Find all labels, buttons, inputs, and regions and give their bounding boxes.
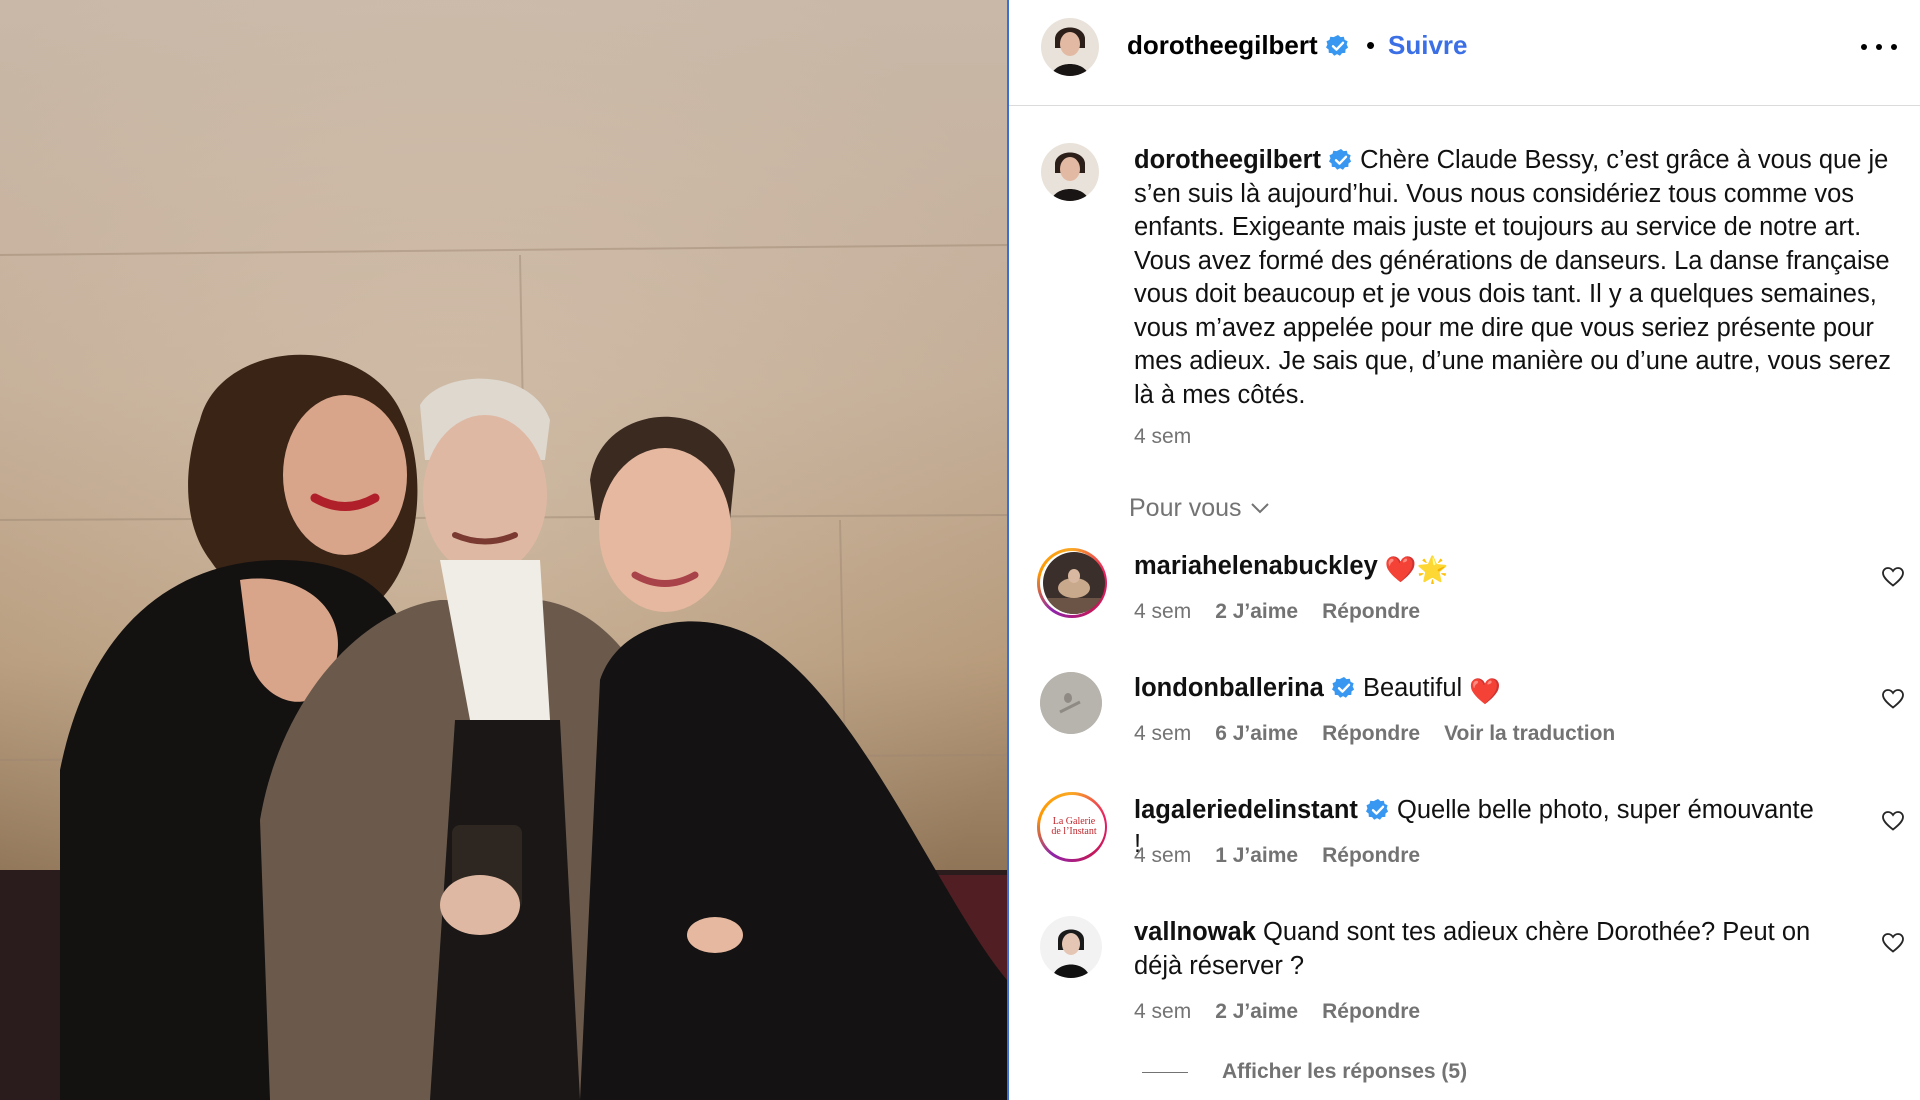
chevron-down-icon — [1250, 503, 1269, 514]
comment-sort-dropdown[interactable]: Pour vous — [1129, 494, 1270, 523]
commenter-avatar[interactable] — [1043, 552, 1105, 614]
verified-badge-icon — [1331, 676, 1356, 700]
more-options-icon[interactable] — [1861, 40, 1897, 54]
comment-meta: 4 sem 6 J’aime Répondre Voir la traducti… — [1134, 722, 1615, 746]
comment-timestamp[interactable]: 4 sem — [1134, 844, 1191, 868]
photo-illustration — [0, 0, 1007, 1100]
author-avatar[interactable] — [1041, 18, 1099, 76]
comment-timestamp[interactable]: 4 sem — [1134, 1000, 1191, 1024]
post-caption: dorotheegilbert Chère Claude Bessy, c’es… — [1134, 144, 1904, 412]
follow-button[interactable]: Suivre — [1388, 30, 1468, 61]
reply-button[interactable]: Répondre — [1322, 600, 1420, 624]
view-replies-button[interactable]: Afficher les réponses (5) — [1142, 1060, 1467, 1084]
comment-text: mariahelenabuckley ❤️🌟 — [1134, 550, 1824, 588]
reply-button[interactable]: Répondre — [1322, 722, 1420, 746]
comment-timestamp[interactable]: 4 sem — [1134, 600, 1191, 624]
like-comment-heart-icon[interactable] — [1881, 565, 1905, 589]
verified-badge-icon — [1329, 148, 1353, 172]
author-username[interactable]: dorotheegilbert — [1127, 30, 1350, 61]
see-translation-button[interactable]: Voir la traduction — [1444, 722, 1615, 746]
caption-text: Chère Claude Bessy, c’est grâce à vous q… — [1134, 146, 1891, 409]
view-replies-label: Afficher les réponses (5) — [1222, 1060, 1468, 1083]
commenter-avatar[interactable] — [1040, 916, 1102, 978]
commenter-avatar[interactable] — [1040, 672, 1102, 734]
verified-badge-icon — [1325, 34, 1350, 58]
comment-emoji: ❤️ — [1469, 678, 1502, 706]
comment-meta: 4 sem 2 J’aime Répondre — [1134, 600, 1420, 624]
post-photo[interactable] — [0, 0, 1007, 1100]
header-separator: • — [1366, 30, 1376, 60]
commenter-username[interactable]: lagaleriedelinstant — [1134, 796, 1358, 824]
like-comment-heart-icon[interactable] — [1881, 931, 1905, 955]
comment-emoji: ❤️🌟 — [1384, 556, 1449, 584]
comment-meta: 4 sem 2 J’aime Répondre — [1134, 1000, 1420, 1024]
like-comment-heart-icon[interactable] — [1881, 809, 1905, 833]
comment-sort-label: Pour vous — [1129, 494, 1242, 522]
post-header: dorotheegilbert • Suivre — [1009, 0, 1920, 106]
post-side-panel: dorotheegilbert • Suivre dorotheegilbert… — [1009, 0, 1920, 1100]
commenter-username[interactable]: vallnowak — [1134, 918, 1256, 946]
replies-line — [1142, 1071, 1188, 1073]
comment-likes[interactable]: 6 J’aime — [1215, 722, 1298, 746]
reply-button[interactable]: Répondre — [1322, 1000, 1420, 1024]
comment-body: Beautiful — [1362, 674, 1463, 702]
verified-badge-icon — [1365, 798, 1390, 822]
commenter-avatar[interactable]: La Galerie de l’Instant — [1043, 796, 1105, 858]
comment-likes[interactable]: 1 J’aime — [1215, 844, 1298, 868]
comment-likes[interactable]: 2 J’aime — [1215, 1000, 1298, 1024]
caption-timestamp[interactable]: 4 sem — [1134, 425, 1191, 449]
commenter-username[interactable]: londonballerina — [1134, 674, 1324, 702]
reply-button[interactable]: Répondre — [1322, 844, 1420, 868]
comment-timestamp[interactable]: 4 sem — [1134, 722, 1191, 746]
comment-text: vallnowak Quand sont tes adieux chère Do… — [1134, 916, 1824, 983]
comment-likes[interactable]: 2 J’aime — [1215, 600, 1298, 624]
comment-meta: 4 sem 1 J’aime Répondre — [1134, 844, 1420, 868]
commenter-avatar-logo: La Galerie de l’Instant — [1051, 816, 1097, 837]
instagram-post: dorotheegilbert • Suivre dorotheegilbert… — [0, 0, 1920, 1100]
caption-username[interactable]: dorotheegilbert — [1134, 146, 1321, 174]
author-username-text[interactable]: dorotheegilbert — [1127, 30, 1318, 60]
comment-text: londonballerina Beautiful ❤️ — [1134, 672, 1824, 710]
like-comment-heart-icon[interactable] — [1881, 687, 1905, 711]
caption-author-avatar[interactable] — [1041, 143, 1099, 201]
commenter-username[interactable]: mariahelenabuckley — [1134, 552, 1378, 580]
